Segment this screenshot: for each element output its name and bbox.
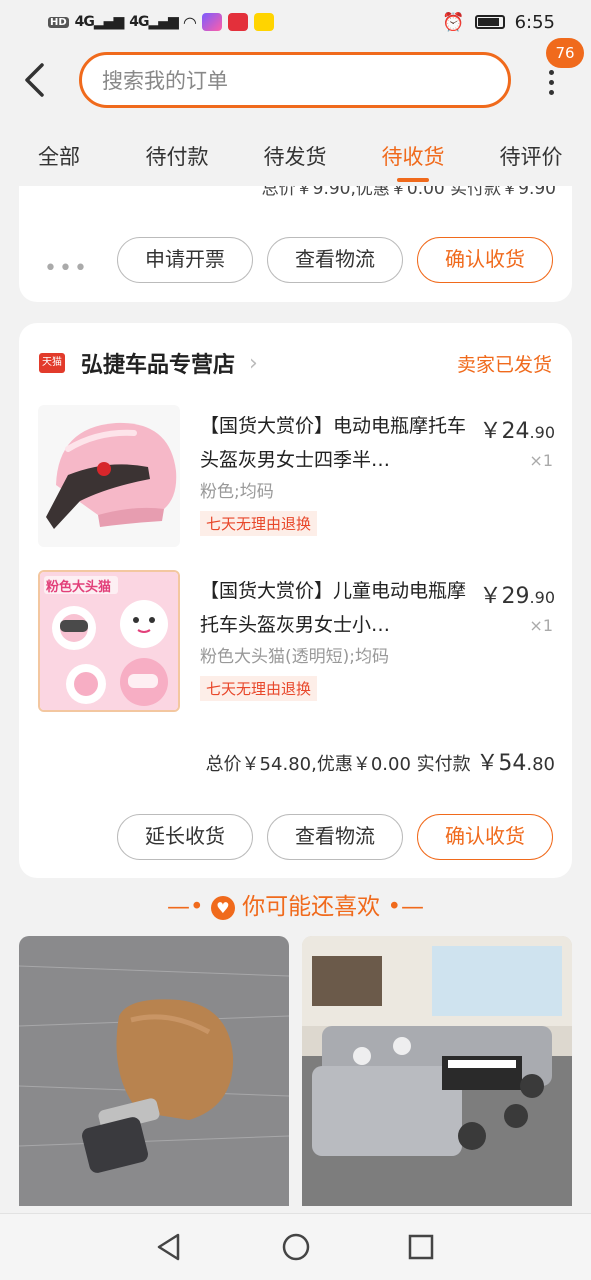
status-time: 6:55 (514, 11, 555, 33)
status-bar: HD 4G▂▄▆ 4G▂▄▆ ◠ ⏰ 6:55 (0, 0, 591, 44)
item-price: ￥24.90 (479, 419, 555, 444)
chevron-right-icon: › (249, 350, 258, 376)
signal-icon: 4G▂▄▆ (74, 14, 125, 30)
order-card-previous: 总价￥9.90,优惠￥0.00 实付款￥9.90 ••• 申请开票 查看物流 确… (19, 186, 572, 302)
header: 搜索我的订单 76 (0, 38, 591, 118)
tab-pending-review[interactable]: 待评价 (472, 132, 590, 184)
status-left: HD 4G▂▄▆ 4G▂▄▆ ◠ (48, 12, 275, 32)
svg-text:粉色大头猫: 粉色大头猫 (46, 579, 111, 595)
shop-name: 弘捷车品专营店 (81, 353, 236, 378)
item-title: 【国货大赏价】儿童电动电瓶摩托车头盔灰男女士小… (200, 580, 467, 636)
hd-indicator: HD (48, 16, 69, 28)
status-right: ⏰ 6:55 (442, 12, 555, 33)
shop-header[interactable]: 天猫 弘捷车品专营店 › 卖家已发货 (39, 345, 552, 381)
system-navigation-bar (0, 1213, 591, 1280)
signal-icon-2: 4G▂▄▆ (129, 14, 179, 30)
tab-all[interactable]: 全部 (0, 132, 118, 184)
item-sku: 粉色;均码 (200, 482, 274, 502)
search-placeholder: 搜索我的订单 (102, 69, 228, 93)
notification-badge: 76 (546, 38, 584, 68)
order-card: 天猫 弘捷车品专营店 › 卖家已发货 【国货大赏价】电动电瓶摩托车头盔灰男女士四… (19, 323, 572, 878)
recommend-title: —• ♥ 你可能还喜欢 •— (166, 894, 425, 920)
tab-pending-shipment[interactable]: 待发货 (236, 132, 354, 184)
order-item[interactable]: 粉色大头猫 【国货大赏价】儿童电动电瓶摩托车头盔灰男女士小… 粉色大头猫(透明短… (19, 570, 572, 728)
recommend-product-sofa[interactable] (302, 936, 572, 1206)
alarm-icon: ⏰ (442, 11, 465, 33)
app-notification-icon (202, 13, 223, 31)
order-status: 卖家已发货 (456, 353, 552, 376)
order-status-tabs: 全部 待付款 待发货 待收货 待评价 (0, 132, 591, 184)
view-logistics-button[interactable]: 查看物流 (267, 237, 403, 283)
confirm-receipt-button[interactable]: 确认收货 (417, 814, 553, 860)
order-total: 总价￥54.80,优惠￥0.00 实付款 ￥54.80 (205, 751, 555, 776)
return-policy-badge: 七天无理由退换 (200, 676, 318, 701)
app-notification-icon-2 (228, 13, 249, 31)
request-invoice-button[interactable]: 申请开票 (117, 237, 253, 283)
order-summary: 总价￥9.90,优惠￥0.00 实付款￥9.90 (261, 186, 556, 199)
more-dots-icon[interactable]: ••• (44, 256, 89, 281)
battery-icon (474, 15, 505, 29)
product-image-helmet-pink (38, 405, 180, 547)
item-quantity: ×1 (529, 451, 553, 470)
more-vertical-icon[interactable] (540, 70, 562, 100)
nav-home-icon[interactable] (281, 1232, 311, 1262)
wifi-icon: ◠ (183, 12, 197, 32)
tmall-icon: 天猫 (39, 353, 65, 373)
item-price: ￥29.90 (479, 584, 555, 609)
confirm-receipt-button[interactable]: 确认收货 (417, 237, 553, 283)
return-policy-badge: 七天无理由退换 (200, 511, 318, 536)
tab-pending-receipt[interactable]: 待收货 (354, 132, 472, 184)
search-input[interactable]: 搜索我的订单 (79, 52, 511, 108)
recommend-product-gear-knob[interactable] (19, 936, 289, 1206)
order-item[interactable]: 【国货大赏价】电动电瓶摩托车头盔灰男女士四季半… 粉色;均码 七天无理由退换 ￥… (19, 405, 572, 563)
nav-back-icon[interactable] (154, 1232, 184, 1262)
tab-pending-payment[interactable]: 待付款 (118, 132, 236, 184)
view-logistics-button[interactable]: 查看物流 (267, 814, 403, 860)
app-notification-icon-3 (254, 13, 275, 31)
item-title: 【国货大赏价】电动电瓶摩托车头盔灰男女士四季半… (200, 415, 467, 471)
item-quantity: ×1 (529, 616, 553, 635)
nav-recents-icon[interactable] (406, 1232, 436, 1262)
back-arrow-icon[interactable] (22, 62, 52, 102)
item-sku: 粉色大头猫(透明短);均码 (200, 647, 389, 667)
extend-receipt-button[interactable]: 延长收货 (117, 814, 253, 860)
heart-icon: ♥ (210, 895, 235, 920)
product-image-helmet-cat: 粉色大头猫 (38, 570, 180, 712)
